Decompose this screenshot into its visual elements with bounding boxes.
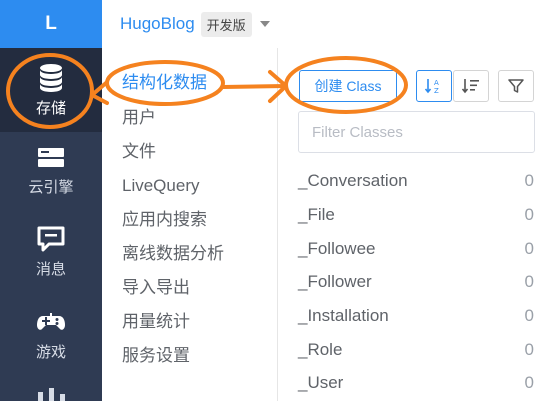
sidebar-item-label: 游戏: [35, 343, 66, 361]
sidebar-item-label: 云引擎: [28, 178, 74, 196]
class-count: 0: [524, 306, 534, 325]
top-bar: HugoBlog 开发版: [102, 0, 555, 48]
chevron-down-icon[interactable]: [259, 21, 270, 27]
class-name: _Role: [298, 340, 343, 359]
sidebar-item-game[interactable]: 游戏: [0, 305, 102, 361]
sort-alpha-icon: A Z: [424, 79, 439, 95]
sidebar-item-storage[interactable]: 存储: [0, 48, 102, 132]
filter-classes-input[interactable]: [298, 111, 535, 153]
database-icon: [34, 61, 68, 95]
app-logo[interactable]: L: [0, 0, 102, 48]
sort-alpha-button[interactable]: A Z: [416, 70, 452, 102]
class-name: _Follower: [298, 272, 372, 291]
class-count: 0: [524, 205, 534, 224]
sort-order-button[interactable]: [453, 70, 489, 102]
svg-text:Z: Z: [434, 87, 439, 95]
env-badge: 开发版: [200, 11, 252, 37]
class-row[interactable]: _Followee 0: [298, 237, 534, 261]
submenu-item-in-app-search[interactable]: 应用内搜索: [122, 208, 207, 232]
submenu-item-usage-stats[interactable]: 用量统计: [122, 310, 190, 334]
class-count: 0: [524, 272, 534, 291]
gamepad-icon: [34, 305, 68, 339]
class-name: _Conversation: [298, 171, 408, 190]
class-row[interactable]: _Role 0: [298, 338, 534, 362]
sidebar-item-cloud-engine[interactable]: 云引擎: [0, 140, 102, 196]
main-sidebar: L 存储 云引擎 消息 游戏: [0, 0, 102, 401]
class-name: _Installation: [298, 306, 389, 325]
cloud-engine-icon: [34, 140, 68, 174]
more-icon[interactable]: [38, 388, 65, 401]
class-name: _File: [298, 205, 335, 224]
sidebar-item-label: 消息: [35, 260, 66, 278]
class-row[interactable]: _User 0: [298, 371, 534, 395]
create-class-button[interactable]: 创建 Class: [299, 70, 397, 102]
filter-icon: [508, 79, 524, 93]
class-count: 0: [524, 239, 534, 258]
submenu-item-structured-data[interactable]: 结构化数据: [122, 71, 207, 95]
class-count: 0: [524, 171, 534, 190]
submenu-item-users[interactable]: 用户: [122, 106, 156, 130]
class-row[interactable]: _Conversation 0: [298, 169, 534, 193]
submenu-item-import-export[interactable]: 导入导出: [122, 276, 190, 300]
filter-button[interactable]: [498, 70, 534, 102]
class-row[interactable]: _Installation 0: [298, 304, 534, 328]
class-row[interactable]: _File 0: [298, 203, 534, 227]
submenu-item-service-settings[interactable]: 服务设置: [122, 344, 190, 368]
storage-submenu: 结构化数据 用户 文件 LiveQuery 应用内搜索 离线数据分析 导入导出 …: [102, 48, 278, 401]
class-list-panel: 创建 Class A Z _Conversation 0: [279, 48, 555, 401]
class-row[interactable]: _Follower 0: [298, 270, 534, 294]
sort-desc-icon: [461, 79, 479, 94]
class-count: 0: [524, 340, 534, 359]
submenu-item-files[interactable]: 文件: [122, 140, 156, 164]
sidebar-item-label: 存储: [35, 99, 66, 117]
app-name[interactable]: HugoBlog: [120, 14, 195, 34]
app-window: L 存储 云引擎 消息 游戏 HugoBlog 开发版 结构化数据 用户 文件 …: [0, 0, 555, 401]
submenu-item-livequery[interactable]: LiveQuery: [122, 174, 199, 198]
class-name: _User: [298, 373, 344, 392]
class-count: 0: [524, 373, 534, 392]
sidebar-item-message[interactable]: 消息: [0, 222, 102, 278]
submenu-item-offline-analytics[interactable]: 离线数据分析: [122, 242, 224, 266]
svg-text:A: A: [434, 79, 439, 87]
class-name: _Followee: [298, 239, 376, 258]
message-icon: [34, 222, 68, 256]
